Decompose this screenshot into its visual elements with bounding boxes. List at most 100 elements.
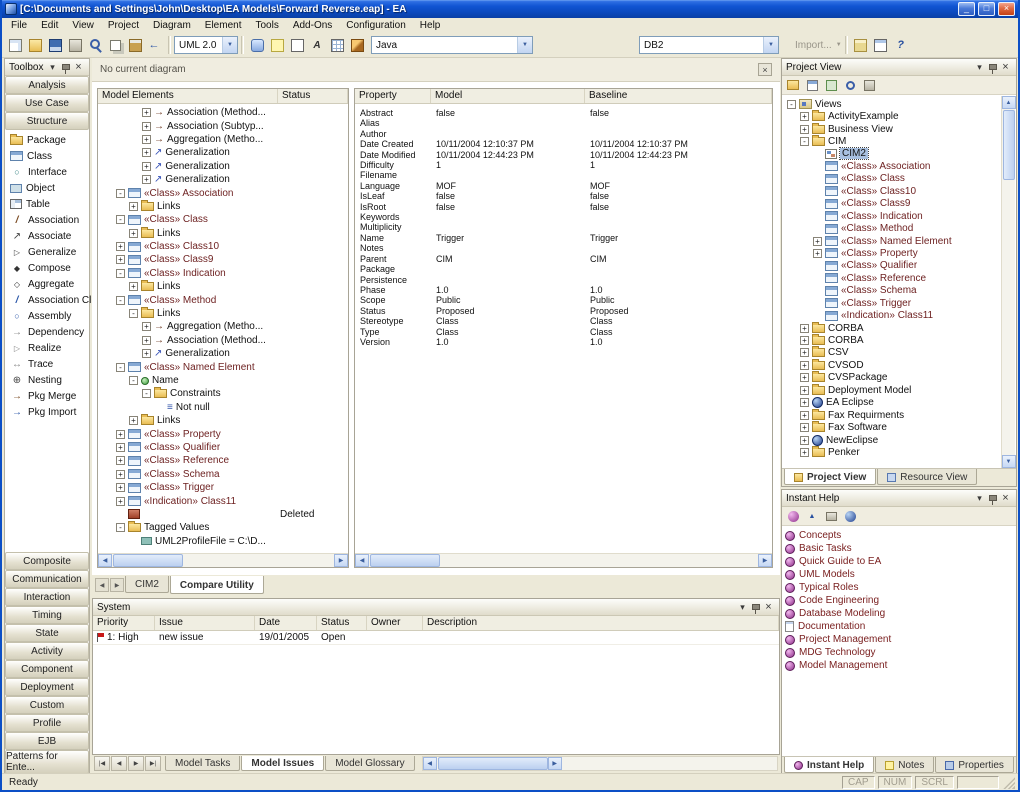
scroll-left-icon[interactable] bbox=[422, 757, 437, 770]
chevron-down-icon[interactable] bbox=[973, 61, 986, 74]
expander-icon[interactable]: - bbox=[129, 376, 138, 385]
tab-notes[interactable]: Notes bbox=[875, 757, 935, 773]
property-row-scope[interactable]: Scope Public Public bbox=[356, 295, 771, 305]
section-composite[interactable]: Composite bbox=[5, 552, 89, 570]
tool-object[interactable]: Object bbox=[5, 180, 89, 196]
section-deployment[interactable]: Deployment bbox=[5, 678, 89, 696]
tree-item-class-class9[interactable]: «Class» Class9 bbox=[783, 198, 1001, 210]
section-activity[interactable]: Activity bbox=[5, 642, 89, 660]
import-dropdown[interactable]: Import... bbox=[795, 40, 842, 51]
property-row-parent[interactable]: Parent CIM CIM bbox=[356, 254, 771, 264]
menu-tools[interactable]: Tools bbox=[248, 18, 285, 33]
tree-item-fax-software[interactable]: + Fax Software bbox=[783, 421, 1001, 433]
tree-item-class-named-element[interactable]: - «Class» Named Element bbox=[99, 360, 347, 373]
minimize-button[interactable]: _ bbox=[958, 2, 975, 16]
help-item-database-modeling[interactable]: Database Modeling bbox=[785, 607, 1014, 620]
help-item-concepts[interactable]: Concepts bbox=[785, 529, 1014, 542]
close-button[interactable]: × bbox=[998, 2, 1015, 16]
menu-help[interactable]: Help bbox=[413, 18, 448, 33]
property-row-filename[interactable]: Filename bbox=[356, 170, 771, 180]
section-use-case[interactable]: Use Case bbox=[5, 94, 89, 112]
tree-item-links[interactable]: + Links bbox=[99, 414, 347, 427]
expander-icon[interactable]: + bbox=[813, 236, 822, 246]
scroll-left-icon[interactable] bbox=[98, 554, 112, 567]
tree-item-generalization[interactable]: +Generalization bbox=[99, 173, 347, 186]
resize-grip-icon[interactable] bbox=[1002, 775, 1015, 789]
tree-item-association-method[interactable]: +Association (Method... bbox=[99, 106, 347, 119]
expander-icon[interactable]: + bbox=[129, 201, 138, 211]
tree-item-class-property[interactable]: + «Class» Property bbox=[783, 247, 1001, 259]
expander-icon[interactable]: + bbox=[116, 242, 125, 252]
tree-item-generalization[interactable]: +Generalization bbox=[99, 347, 347, 360]
favorites-icon[interactable] bbox=[784, 508, 802, 525]
menu-file[interactable]: File bbox=[4, 18, 34, 33]
tree-item-views[interactable]: - Views bbox=[783, 98, 1001, 110]
new-diagram-icon[interactable] bbox=[803, 77, 821, 94]
tree-item-class-indication[interactable]: - «Class» Indication bbox=[99, 267, 347, 280]
help-item-quick-guide-to-ea[interactable]: Quick Guide to EA bbox=[785, 555, 1014, 568]
tree-item-cim[interactable]: - CIM bbox=[783, 135, 1001, 147]
tool-compose[interactable]: Compose bbox=[5, 260, 89, 276]
property-row-version[interactable]: Version 1.0 1.0 bbox=[356, 337, 771, 347]
expander-icon[interactable]: + bbox=[142, 335, 151, 345]
tab-cim2[interactable]: CIM2 bbox=[125, 576, 169, 593]
save-icon[interactable] bbox=[45, 35, 65, 55]
property-row-package[interactable]: Package bbox=[356, 264, 771, 274]
help-item-typical-roles[interactable]: Typical Roles bbox=[785, 581, 1014, 594]
print-icon[interactable] bbox=[65, 35, 85, 55]
menu-view[interactable]: View bbox=[65, 18, 101, 33]
property-row-phase[interactable]: Phase 1.0 1.0 bbox=[356, 285, 771, 295]
tree-item-deleted[interactable]: Deleted bbox=[99, 508, 347, 521]
tree-item-class-qualifier[interactable]: «Class» Qualifier bbox=[783, 260, 1001, 272]
tree-item-links[interactable]: + Links bbox=[99, 226, 347, 240]
tree-item-class-method[interactable]: - «Class» Method bbox=[99, 293, 347, 306]
expander-icon[interactable]: - bbox=[787, 99, 796, 109]
new-package-icon[interactable] bbox=[784, 77, 802, 94]
tree-item-class-class[interactable]: «Class» Class bbox=[783, 173, 1001, 185]
expander-icon[interactable]: + bbox=[800, 373, 809, 383]
tree-item-class-named-element[interactable]: + «Class» Named Element bbox=[783, 235, 1001, 247]
tool-nesting[interactable]: Nesting bbox=[5, 372, 89, 388]
new-file-icon[interactable] bbox=[5, 35, 25, 55]
section-analysis[interactable]: Analysis bbox=[5, 76, 89, 94]
tree-item-links[interactable]: + Links bbox=[99, 199, 347, 213]
expander-icon[interactable]: + bbox=[142, 134, 151, 144]
close-icon[interactable]: × bbox=[758, 63, 772, 76]
code-language-combo[interactable]: Java bbox=[371, 36, 533, 54]
tree-item-cvsod[interactable]: + CVSOD bbox=[783, 358, 1001, 371]
pin-icon[interactable] bbox=[749, 601, 762, 614]
section-patterns-for-ente[interactable]: Patterns for Ente... bbox=[5, 750, 89, 774]
help-icon[interactable] bbox=[891, 35, 911, 55]
tool-interface[interactable]: Interface bbox=[5, 164, 89, 180]
tab-properties[interactable]: Properties bbox=[935, 757, 1014, 773]
tab-instant-help[interactable]: Instant Help bbox=[784, 757, 875, 773]
tree-item-class-method[interactable]: «Class» Method bbox=[783, 222, 1001, 234]
tab-scroll-right-icon[interactable] bbox=[110, 578, 124, 592]
uml-version-combo[interactable]: UML 2.0 bbox=[174, 36, 238, 54]
tree-item-penker[interactable]: + Penker bbox=[783, 445, 1001, 458]
section-structure[interactable]: Structure bbox=[5, 112, 89, 130]
expander-icon[interactable]: + bbox=[800, 348, 809, 358]
property-row-status[interactable]: Status Proposed Proposed bbox=[356, 306, 771, 316]
tab-resource-view[interactable]: Resource View bbox=[877, 469, 978, 485]
tree-item-class-association[interactable]: «Class» Association bbox=[783, 160, 1001, 172]
expander-icon[interactable]: + bbox=[142, 349, 151, 359]
property-row-keywords[interactable]: Keywords bbox=[356, 212, 771, 222]
expander-icon[interactable]: + bbox=[116, 429, 125, 439]
section-component[interactable]: Component bbox=[5, 660, 89, 678]
tab-compare-utility[interactable]: Compare Utility bbox=[169, 576, 264, 594]
scrollbar-thumb[interactable] bbox=[113, 554, 183, 567]
chevron-down-icon[interactable] bbox=[973, 492, 986, 505]
menu-edit[interactable]: Edit bbox=[34, 18, 65, 33]
scroll-right-icon[interactable] bbox=[547, 757, 562, 770]
expander-icon[interactable]: + bbox=[800, 410, 809, 420]
expander-icon[interactable]: + bbox=[800, 398, 809, 408]
expander-icon[interactable]: - bbox=[116, 188, 125, 198]
tree-item-deployment-model[interactable]: + Deployment Model bbox=[783, 383, 1001, 396]
expander-icon[interactable]: + bbox=[800, 447, 809, 457]
web-icon[interactable] bbox=[841, 508, 859, 525]
tool-table[interactable]: Table bbox=[5, 196, 89, 212]
property-row-isleaf[interactable]: IsLeaf false false bbox=[356, 191, 771, 201]
close-icon[interactable] bbox=[999, 492, 1012, 505]
tree-item-ea-eclipse[interactable]: + EA Eclipse bbox=[783, 397, 1001, 409]
